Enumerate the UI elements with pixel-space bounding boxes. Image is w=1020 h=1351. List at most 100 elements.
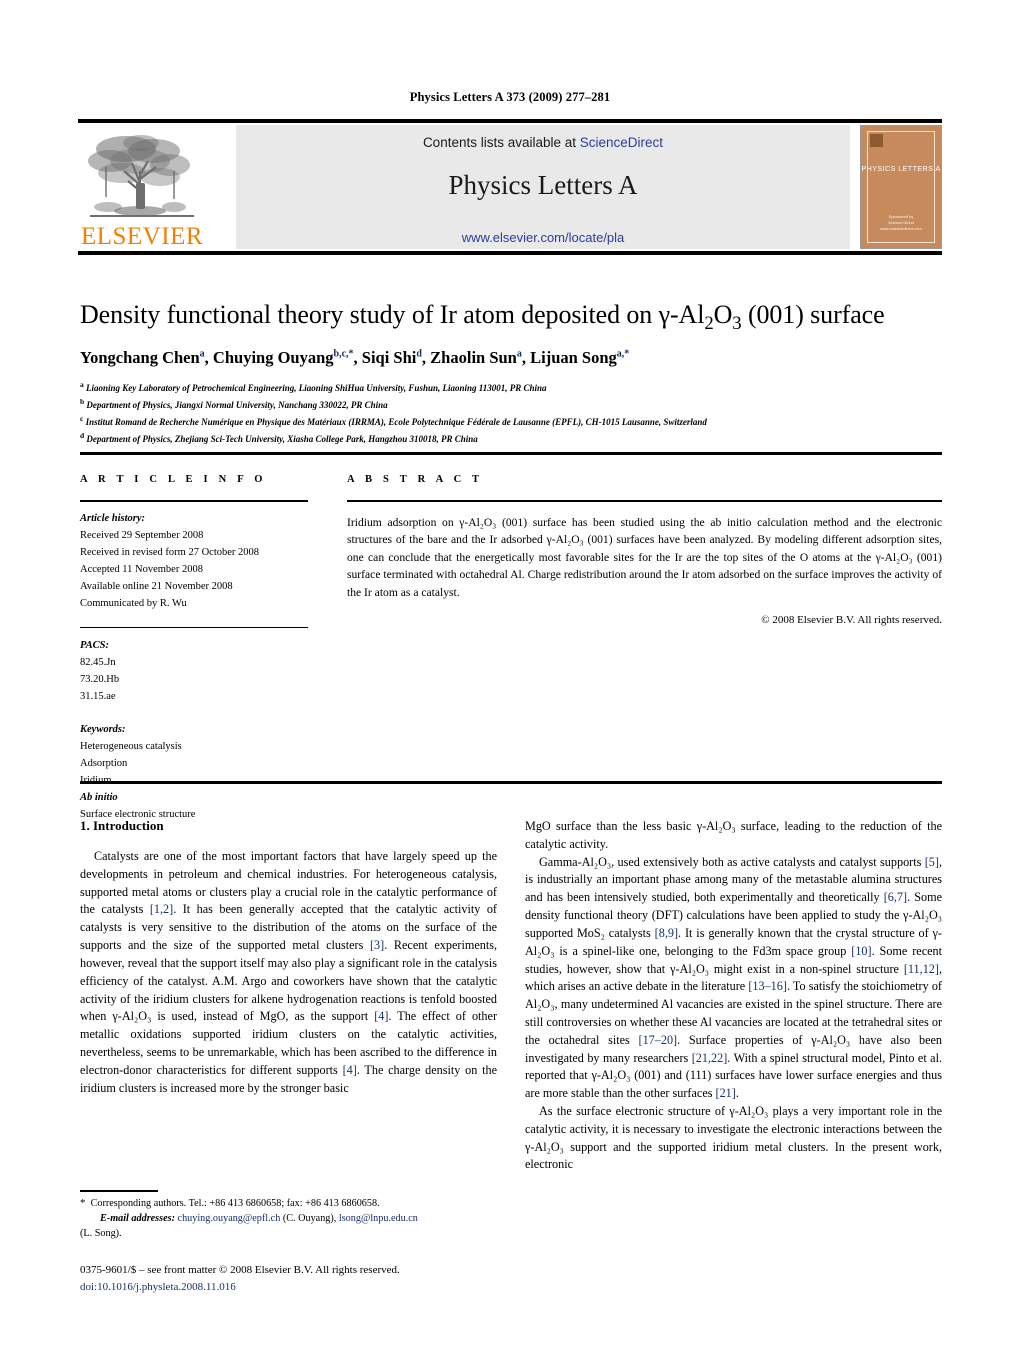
keyword: Heterogeneous catalysis [80,741,182,753]
affiliation-mark: b [80,396,85,406]
body-column-right: MgO surface than the less basic γ-Al₂O₃ … [525,818,942,1174]
history-item: Accepted 11 November 2008 [80,563,203,575]
author[interactable]: Zhaolin Suna [430,348,522,367]
article-info-rule [80,500,308,502]
elsevier-logo: ELSEVIER [78,125,206,249]
pacs-item: 31.15.ae [80,691,116,703]
elsevier-tree-icon [88,135,194,217]
citation-ref[interactable]: [5] [925,855,939,869]
citation-ref[interactable]: [11,12] [904,962,939,976]
author-list: Yongchang Chena, Chuying Ouyangb,c,*, Si… [80,348,942,368]
author-sep: , [521,347,531,367]
affiliation: a Liaoning Key Laboratory of Petrochemic… [80,379,942,396]
title-part-1: Density functional theory study of Ir at… [80,300,659,329]
keywords-label: Keywords: [80,724,126,736]
history-item: Received in revised form 27 October 2008 [80,546,260,558]
abstract-column: A B S T R A C T Iridium adsorption on γ-… [347,474,942,626]
title-part-3: O [713,300,733,329]
citation-ref[interactable]: [6,7] [884,890,907,904]
cover-title: PHYSICS LETTERS A [861,164,941,173]
author[interactable]: Yongchang Chena [80,348,205,367]
keyword: Adsorption [80,758,128,770]
article-history-label: Article history: [80,512,146,524]
footnote-rule [80,1190,158,1192]
author-name: Yongchang Chen [80,347,200,367]
body-column-left: 1. Introduction Catalysts are one of the… [80,818,497,1097]
author[interactable]: Siqi Shid [362,348,422,367]
author-name: Siqi Shi [361,347,417,367]
citation-ref[interactable]: [4] [374,1009,388,1023]
citation-ref[interactable]: [13–16] [748,979,787,993]
page-title: Density functional theory study of Ir at… [80,300,942,335]
history-item: Communicated by R. Wu [80,597,187,609]
abstract-rule [347,500,942,502]
affiliation-mark: a [80,379,84,389]
history-item: Available online 21 November 2008 [80,580,233,592]
author-name: Lijuan Song [530,347,617,367]
corresponding-author-note: * Corresponding authors. Tel.: +86 413 6… [80,1196,500,1212]
journal-masthead: ELSEVIER Contents lists available at Sci… [78,119,942,255]
abstract-text: Iridium adsorption on γ-Al₂O₃ (001) surf… [347,515,942,600]
email-note: E-mail addresses: chuying.ouyang@epfl.ch… [80,1212,500,1227]
citation-ref[interactable]: [3] [370,938,384,952]
journal-homepage-link[interactable]: www.elsevier.com/locate/pla [462,230,625,245]
section-heading-introduction: 1. Introduction [80,818,164,833]
paragraph: As the surface electronic structure of γ… [525,1104,942,1172]
keywords-block: Keywords: Heterogeneous catalysis Adsorp… [80,721,308,823]
journal-cover-thumbnail[interactable]: PHYSICS LETTERS A Sponsored by Science Di… [860,125,942,249]
pacs-rule [80,626,308,629]
footnote-block: * Corresponding authors. Tel.: +86 413 6… [80,1196,500,1242]
citation-ref[interactable]: [1,2] [150,902,173,916]
citation-ref[interactable]: [10] [851,944,871,958]
title-sub-1: 2 [704,313,714,335]
corresponding-text: Corresponding authors. Tel.: +86 413 686… [90,1198,380,1209]
author[interactable]: Chuying Ouyangb,c,* [213,348,354,367]
pacs-label: PACS: [80,640,109,652]
affiliation-text: Liaoning Key Laboratory of Petrochemical… [86,382,547,393]
article-info-heading: A R T I C L E I N F O [80,474,267,485]
issn-line: 0375-9601/$ – see front matter © 2008 El… [80,1264,400,1276]
abstract-copyright: © 2008 Elsevier B.V. All rights reserved… [761,613,942,626]
sciencedirect-link[interactable]: ScienceDirect [580,135,663,150]
citation-ref[interactable]: [21] [716,1086,736,1100]
citation-ref[interactable]: [8,9] [655,926,678,940]
author-sep: , [204,347,213,367]
running-head: Physics Letters A 373 (2009) 277–281 [409,90,611,104]
email-link-1[interactable]: chuying.ouyang@epfl.ch [178,1213,281,1224]
citation-ref[interactable]: [21,22] [692,1051,728,1065]
article-info-column: A R T I C L E I N F O Article history: R… [80,474,308,823]
journal-title: Physics Letters A [448,170,638,200]
affiliation-mark: d [80,430,85,440]
body-top-rule [80,781,942,784]
title-part-2: -Al [669,300,705,329]
affiliation-text: Institut Romand de Recherche Numérique e… [85,416,707,427]
citation-ref[interactable]: [17–20] [639,1033,678,1047]
asterisk-icon: * [80,1197,86,1209]
masthead-bottom-rule [78,251,942,255]
citation-ref[interactable]: [4] [343,1063,357,1077]
cover-mark-icon [870,134,883,147]
keyword: Ab initio [80,792,118,804]
doi-link[interactable]: doi:10.1016/j.physleta.2008.11.016 [80,1279,560,1296]
elsevier-wordmark: ELSEVIER [80,223,204,250]
email-link-2[interactable]: lsong@lnpu.edu.cn [339,1213,418,1224]
affiliation-mark: c [80,413,84,423]
article-history: Article history: Received 29 September 2… [80,510,308,612]
author-name: Zhaolin Sun [430,347,517,367]
title-sub-2: 3 [732,313,742,335]
author-sep: , [421,347,431,367]
email-label: E-mail addresses: [100,1212,175,1224]
affiliation-list: a Liaoning Key Laboratory of Petrochemic… [80,379,942,447]
email-owner-2: (L. Song). [80,1227,122,1239]
paragraph: Catalysts are one of the most important … [80,849,497,1095]
pacs-item: 73.20.Hb [80,674,120,686]
title-part-4: (001) surface [741,300,885,329]
email-owner-1: (C. Ouyang), [282,1212,337,1224]
affiliation: d Department of Physics, Zhejiang Sci-Te… [80,430,942,447]
author-name: Chuying Ouyang [212,347,334,367]
info-top-rule [80,452,942,455]
abstract-heading: A B S T R A C T [347,474,484,485]
author-affil-marks: b,c,* [333,348,354,360]
affiliation: c Institut Romand de Recherche Numérique… [80,413,942,430]
author[interactable]: Lijuan Songa,* [530,348,629,367]
